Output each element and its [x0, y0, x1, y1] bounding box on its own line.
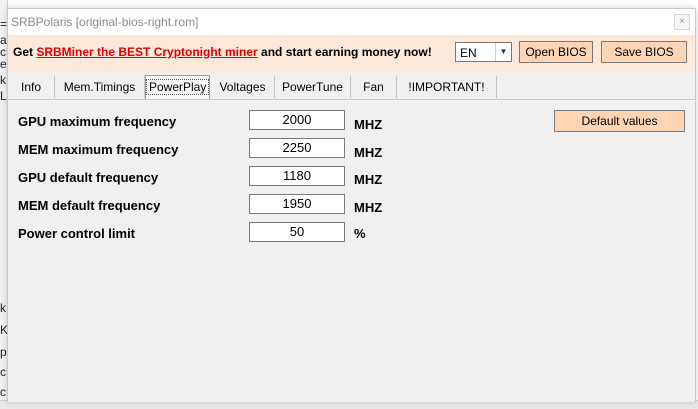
promo-suffix: and start earning money now!	[257, 45, 432, 59]
open-bios-button[interactable]: Open BIOS	[519, 41, 593, 63]
tab-important[interactable]: !IMPORTANT!	[397, 76, 497, 98]
app-window: SRBPolaris [original-bios-right.rom] × G…	[7, 8, 696, 402]
tab-label: Info	[20, 80, 41, 94]
power-control-limit-label: Power control limit	[18, 226, 136, 241]
default-values-button[interactable]: Default values	[554, 110, 685, 132]
language-value: EN	[460, 46, 477, 60]
power-control-limit-input[interactable]: 50	[249, 222, 345, 242]
save-bios-button[interactable]: Save BIOS	[601, 41, 687, 63]
tab-voltages[interactable]: Voltages	[211, 76, 275, 98]
tab-powerplay[interactable]: PowerPlay	[145, 75, 210, 99]
close-icon: ×	[679, 16, 685, 27]
srbminer-link[interactable]: SRBMiner the BEST Cryptonight miner	[36, 45, 257, 59]
mem-max-frequency-input[interactable]: 2250	[249, 138, 345, 158]
promo-prefix: Get	[13, 45, 37, 59]
gpu-default-frequency-label: GPU default frequency	[18, 170, 159, 185]
tab-label: PowerPlay	[146, 79, 210, 95]
mem-default-frequency-unit: MHZ	[354, 200, 383, 215]
promo-banner: Get SRBMiner the BEST Cryptonight miner …	[8, 35, 695, 71]
language-select[interactable]: EN ▼	[455, 42, 512, 62]
mem-max-frequency-unit: MHZ	[354, 145, 383, 160]
gpu-default-frequency-unit: MHZ	[354, 172, 383, 187]
background-text: c	[0, 385, 6, 399]
tab-label: Fan	[363, 80, 384, 94]
tab-label: !IMPORTANT!	[408, 80, 485, 94]
background-text: p	[0, 345, 7, 359]
tab-label: Voltages	[219, 80, 266, 94]
power-control-limit-unit: %	[354, 226, 366, 241]
tab-strip: Info Mem.Timings PowerPlay Voltages Powe…	[8, 75, 695, 99]
gpu-default-frequency-input[interactable]: 1180	[249, 166, 345, 186]
tab-label: PowerTune	[282, 80, 343, 94]
tab-powertune[interactable]: PowerTune	[275, 76, 351, 98]
mem-default-frequency-input[interactable]: 1950	[249, 194, 345, 214]
gpu-max-frequency-input[interactable]: 2000	[249, 110, 345, 130]
background-text: c	[0, 365, 6, 379]
background-text: =	[0, 17, 8, 31]
powerplay-panel: GPU maximum frequency 2000 MHZ MEM maxim…	[8, 99, 695, 402]
title-bar[interactable]: SRBPolaris [original-bios-right.rom] ×	[8, 9, 695, 35]
background-text: e	[0, 57, 7, 71]
dropdown-arrow-icon[interactable]: ▼	[495, 43, 511, 61]
promo-text: Get SRBMiner the BEST Cryptonight miner …	[13, 45, 432, 59]
close-button[interactable]: ×	[674, 14, 690, 30]
gpu-max-frequency-label: GPU maximum frequency	[18, 114, 177, 129]
window-title: SRBPolaris [original-bios-right.rom]	[11, 15, 199, 29]
gpu-max-frequency-unit: MHZ	[354, 117, 383, 132]
tab-fan[interactable]: Fan	[351, 76, 397, 98]
mem-max-frequency-label: MEM maximum frequency	[18, 142, 179, 157]
background-text: k	[0, 301, 6, 315]
tab-label: Mem.Timings	[63, 80, 136, 94]
tab-info[interactable]: Info	[8, 76, 55, 98]
background-text: k	[0, 73, 6, 87]
mem-default-frequency-label: MEM default frequency	[18, 198, 161, 213]
tab-mem-timings[interactable]: Mem.Timings	[55, 76, 145, 98]
